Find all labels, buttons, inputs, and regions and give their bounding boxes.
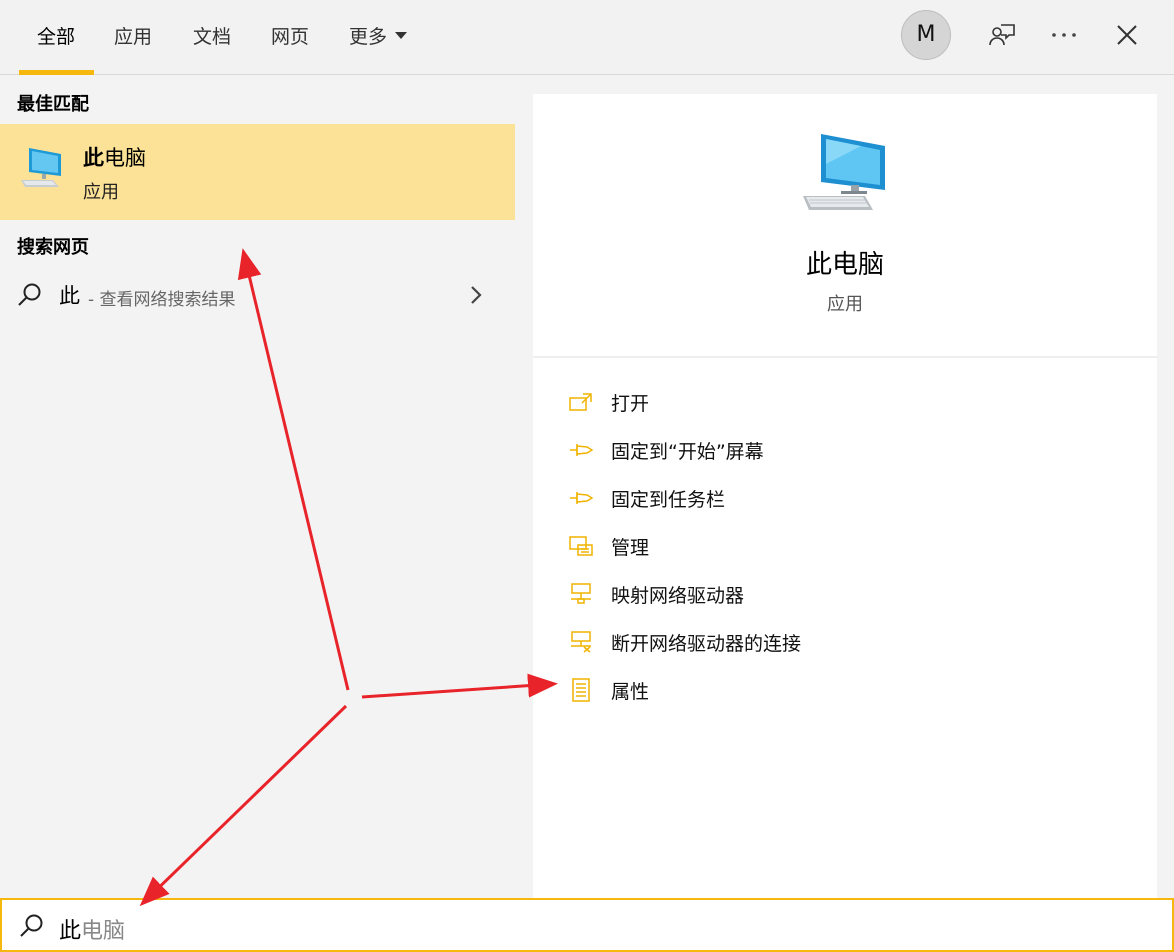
search-typed-text: 此 — [59, 919, 82, 944]
web-search-heading: 搜索网页 — [17, 237, 89, 258]
pin-icon — [568, 438, 594, 462]
pin-icon — [568, 486, 594, 510]
best-match-title-bold: 此 — [83, 146, 104, 170]
best-match-title: 此电脑 — [83, 142, 146, 172]
search-query-text: 此电脑 — [59, 913, 125, 945]
more-options-icon[interactable] — [1049, 20, 1079, 50]
best-match-result[interactable]: 此电脑 应用 — [0, 124, 515, 220]
action-open-label: 打开 — [611, 392, 650, 415]
manage-icon — [568, 534, 594, 558]
preview-title: 此电脑 — [805, 250, 884, 280]
user-avatar[interactable]: M — [901, 10, 951, 60]
action-map-drive-label: 映射网络驱动器 — [611, 584, 745, 607]
action-disconnect-drive[interactable]: 断开网络驱动器的连接 — [568, 626, 1148, 658]
action-manage-label: 管理 — [611, 536, 650, 559]
preview-header: 此电脑 应用 — [533, 94, 1157, 358]
search-icon — [19, 913, 45, 943]
action-properties[interactable]: 属性 — [568, 674, 1148, 706]
action-pin-start[interactable]: 固定到“开始”屏幕 — [568, 434, 1148, 466]
tab-apps[interactable]: 应用 — [114, 22, 152, 49]
tab-documents[interactable]: 文档 — [193, 22, 231, 49]
tab-all[interactable]: 全部 — [37, 22, 75, 49]
best-match-heading: 最佳匹配 — [17, 94, 89, 115]
action-open[interactable]: 打开 — [568, 386, 1148, 418]
disconnect-network-drive-icon — [568, 630, 594, 654]
tab-more-label: 更多 — [349, 26, 388, 48]
feedback-icon[interactable] — [987, 20, 1017, 50]
action-disconnect-drive-label: 断开网络驱动器的连接 — [611, 632, 802, 655]
action-map-drive[interactable]: 映射网络驱动器 — [568, 578, 1148, 610]
action-manage[interactable]: 管理 — [568, 530, 1148, 562]
open-icon — [568, 390, 594, 414]
preview-subtitle: 应用 — [827, 294, 863, 315]
results-pane: 最佳匹配 此电脑 应用 搜索网页 此 - 查看网络搜索结果 — [0, 75, 515, 898]
web-search-description: - 查看网络搜索结果 — [88, 290, 236, 310]
top-tab-bar: 全部 应用 文档 网页 更多 M — [0, 0, 1174, 75]
action-properties-label: 属性 — [611, 680, 650, 703]
computer-icon — [19, 144, 65, 194]
chevron-right-icon[interactable] — [468, 285, 484, 309]
best-match-title-rest: 电脑 — [104, 146, 146, 170]
computer-icon — [801, 130, 889, 220]
search-input[interactable]: 此电脑 — [0, 898, 1174, 952]
map-network-drive-icon — [568, 582, 594, 606]
search-suggestion-text: 电脑 — [81, 919, 126, 944]
action-pin-taskbar[interactable]: 固定到任务栏 — [568, 482, 1148, 514]
properties-icon — [568, 678, 594, 702]
action-pin-start-label: 固定到“开始”屏幕 — [611, 440, 764, 463]
preview-pane: 此电脑 应用 打开 固定到“开始”屏幕 固定到任务栏 管理 映射网络驱动器 断开… — [533, 94, 1157, 898]
web-search-query: 此 — [59, 284, 80, 308]
tab-more[interactable]: 更多 — [349, 22, 408, 49]
best-match-subtitle: 应用 — [83, 182, 119, 203]
caret-down-icon — [395, 32, 408, 39]
close-icon[interactable] — [1112, 20, 1142, 50]
search-icon — [17, 282, 43, 312]
action-pin-taskbar-label: 固定到任务栏 — [611, 488, 726, 511]
tab-web[interactable]: 网页 — [271, 22, 309, 49]
web-search-result[interactable]: 此 - 查看网络搜索结果 — [0, 271, 515, 321]
